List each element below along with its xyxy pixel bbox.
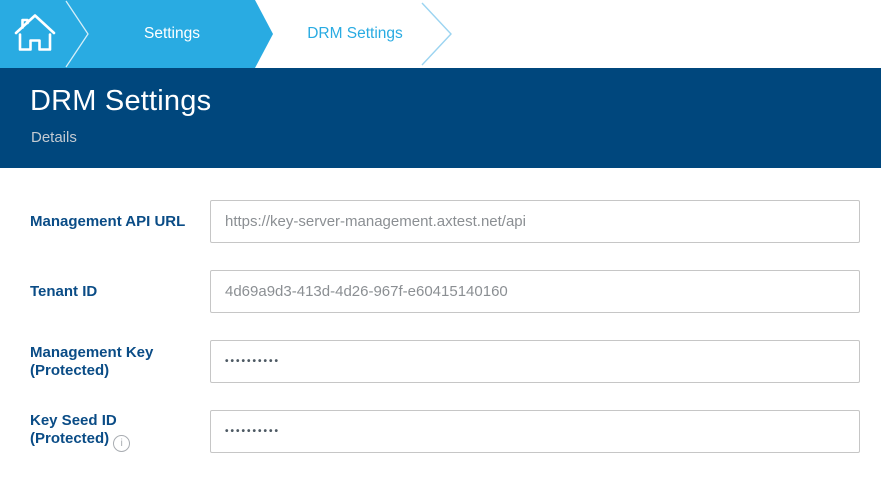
management-key-input[interactable] [210,340,860,383]
breadcrumb-item-settings[interactable]: Settings [92,0,252,68]
management-key-label: Management Key (Protected) [30,344,210,380]
breadcrumb-item-drm-settings-label: DRM Settings [307,25,403,43]
page-title: DRM Settings [30,85,881,118]
info-icon[interactable]: i [113,435,130,452]
breadcrumb-item-settings-label: Settings [144,25,200,43]
tenant-id-input[interactable] [210,270,860,313]
form-row-key-seed-id: Key Seed ID (Protected)i [30,410,860,453]
management-api-url-input[interactable] [210,200,860,243]
form-row-management-api-url: Management API URL [30,200,860,243]
breadcrumb: Settings DRM Settings [0,0,881,68]
home-icon [13,12,57,57]
key-seed-id-label: Key Seed ID (Protected)i [30,412,210,452]
form-row-management-key: Management Key (Protected) [30,340,860,383]
drm-settings-form: Management API URL Tenant ID Management … [0,168,881,453]
breadcrumb-home[interactable] [0,0,70,68]
breadcrumb-end-chevron-icon [420,0,454,73]
tenant-id-label: Tenant ID [30,283,210,301]
management-api-url-label: Management API URL [30,213,210,231]
page-header: DRM Settings Details [0,68,881,168]
key-seed-id-input[interactable] [210,410,860,453]
page-subtitle: Details [31,129,881,146]
form-row-tenant-id: Tenant ID [30,270,860,313]
breadcrumb-item-drm-settings[interactable]: DRM Settings [285,0,425,68]
